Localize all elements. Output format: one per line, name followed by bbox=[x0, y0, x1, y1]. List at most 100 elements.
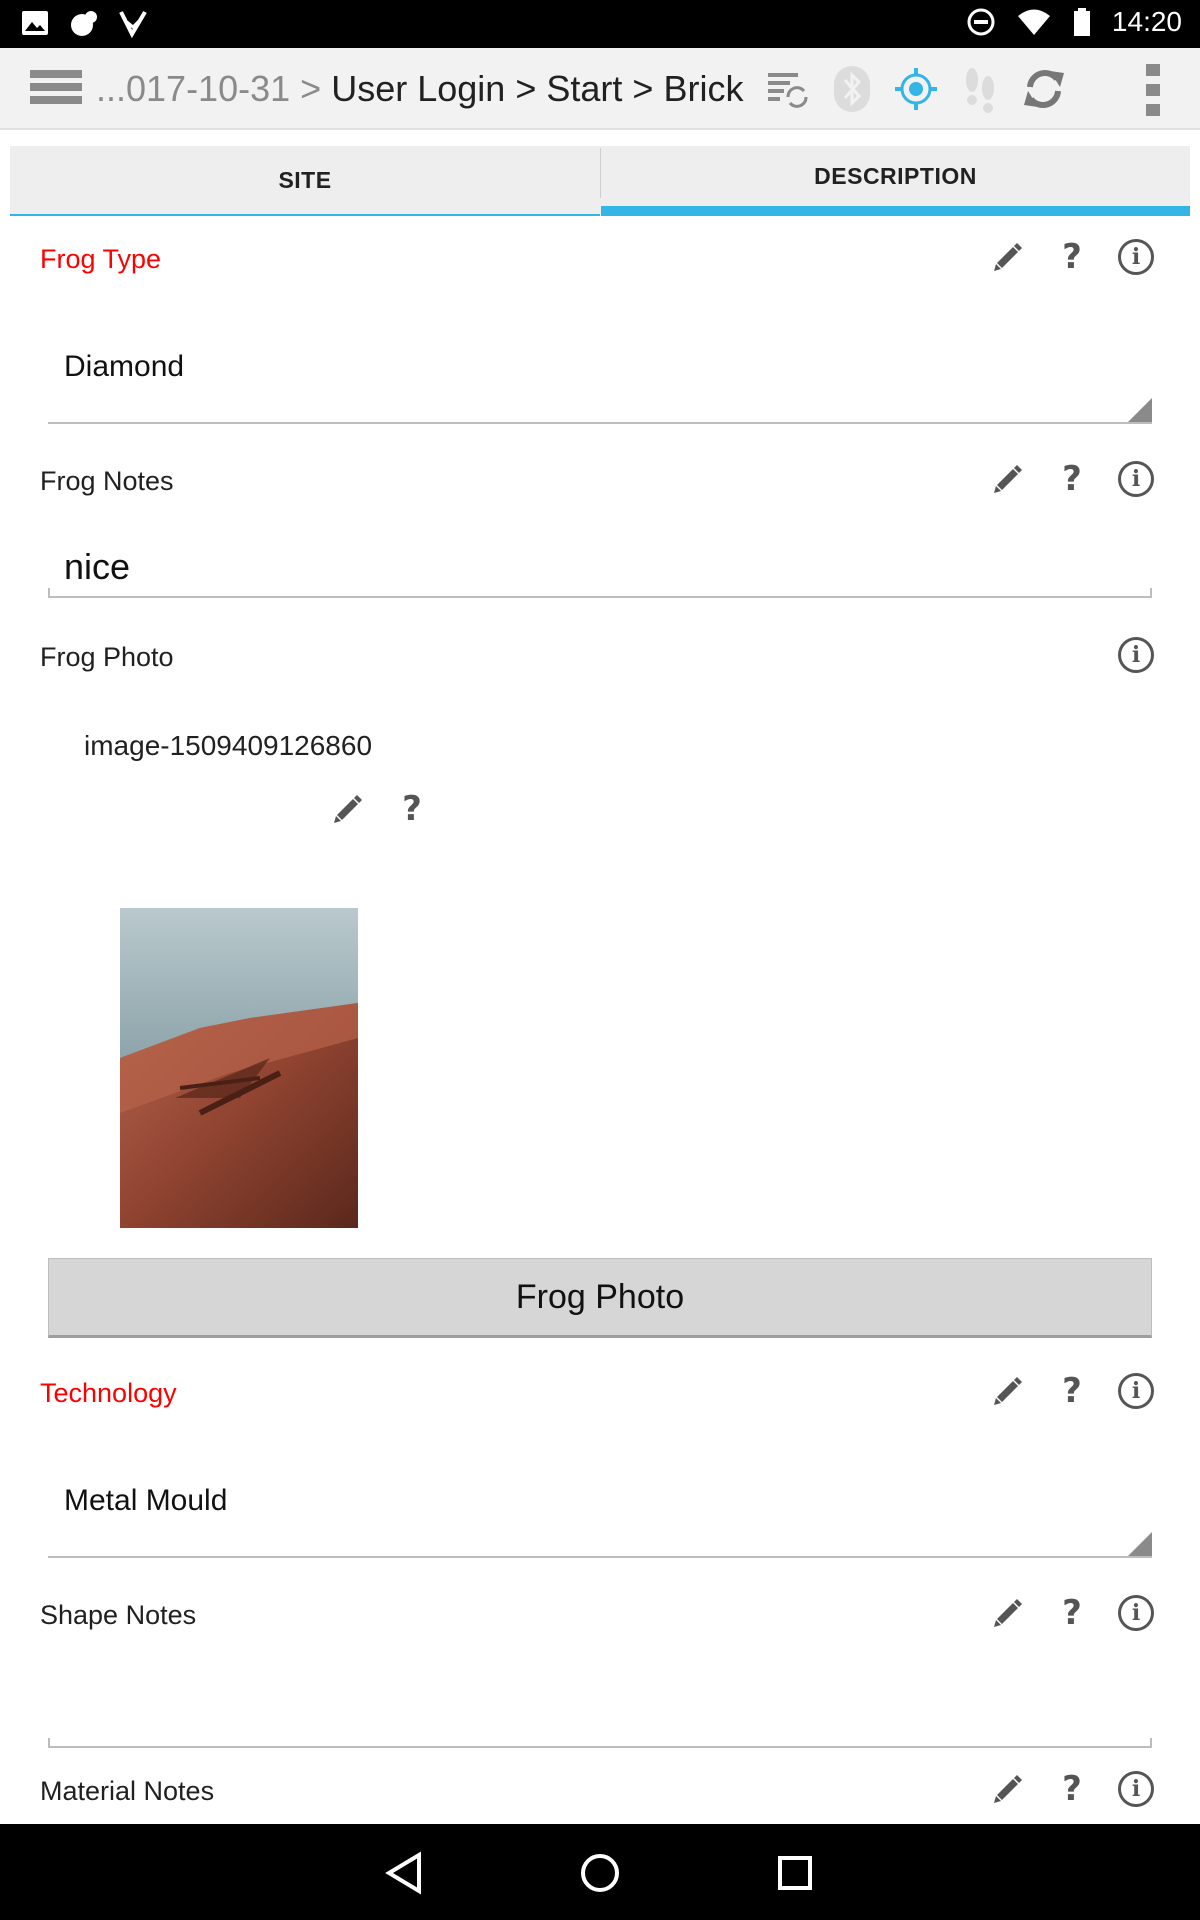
shape-notes-input-border bbox=[48, 1738, 1152, 1748]
pencil-icon bbox=[994, 1377, 1022, 1405]
technology-underline bbox=[48, 1556, 1152, 1558]
pencil-icon bbox=[994, 243, 1022, 271]
material-notes-edit-button[interactable] bbox=[976, 1764, 1040, 1814]
material-notes-info-button[interactable]: i bbox=[1104, 1764, 1168, 1814]
home-button[interactable] bbox=[575, 1848, 625, 1898]
shape-notes-edit-button[interactable] bbox=[976, 1588, 1040, 1638]
image-icon bbox=[22, 11, 48, 35]
gps-target-icon bbox=[895, 68, 937, 110]
frog-photo-filename: image-1509409126860 bbox=[84, 730, 373, 761]
frog-photo-button[interactable]: Frog Photo bbox=[48, 1258, 1152, 1338]
app-bar: ...017-10-31 > User Login > Start > Bric… bbox=[0, 48, 1200, 130]
frog-type-info-button[interactable]: i bbox=[1104, 232, 1168, 282]
info-icon: i bbox=[1118, 1771, 1154, 1807]
pencil-icon bbox=[994, 465, 1022, 493]
help-icon: ? bbox=[1062, 1769, 1082, 1809]
info-icon: i bbox=[1118, 1595, 1154, 1631]
help-icon: ? bbox=[1062, 1371, 1082, 1411]
frog-notes-input-border bbox=[48, 588, 1152, 598]
back-button[interactable] bbox=[380, 1848, 430, 1898]
info-icon: i bbox=[1118, 461, 1154, 497]
frog-notes-label: Frog Notes bbox=[40, 466, 174, 496]
technology-help-button[interactable]: ? bbox=[1040, 1366, 1104, 1416]
sync-settings-button[interactable] bbox=[756, 60, 820, 118]
frog-photo-actions: i bbox=[1104, 630, 1168, 680]
checkmark-notification-icon bbox=[119, 10, 147, 38]
technology-select[interactable]: Metal Mould bbox=[64, 1484, 227, 1518]
frog-type-actions: ? i bbox=[976, 232, 1168, 282]
refresh-icon bbox=[1024, 70, 1064, 108]
pencil-icon bbox=[994, 1599, 1022, 1627]
recents-icon bbox=[778, 1856, 812, 1890]
shape-notes-help-button[interactable]: ? bbox=[1040, 1588, 1104, 1638]
home-icon bbox=[581, 1854, 619, 1892]
help-icon: ? bbox=[1062, 1593, 1082, 1633]
frog-type-help-button[interactable]: ? bbox=[1040, 232, 1104, 282]
material-notes-help-button[interactable]: ? bbox=[1040, 1764, 1104, 1814]
overflow-menu-icon[interactable] bbox=[1146, 64, 1160, 116]
frog-photo-help-button[interactable]: ? bbox=[380, 784, 444, 834]
clock: 14:20 bbox=[1111, 6, 1182, 37]
tab-bar: SITE DESCRIPTION bbox=[10, 146, 1190, 216]
frog-type-label: Frog Type bbox=[40, 244, 162, 274]
navigation-bar bbox=[0, 1824, 1200, 1920]
menu-icon[interactable] bbox=[30, 70, 82, 110]
frog-notes-info-button[interactable]: i bbox=[1104, 454, 1168, 504]
shape-notes-actions: ? i bbox=[976, 1588, 1168, 1638]
frog-type-underline bbox=[48, 422, 1152, 424]
tab-description[interactable]: DESCRIPTION bbox=[601, 146, 1190, 216]
pencil-icon bbox=[994, 1775, 1022, 1803]
frog-notes-input[interactable]: nice bbox=[64, 546, 130, 588]
footsteps-icon bbox=[966, 68, 994, 113]
weather-icon bbox=[71, 11, 97, 36]
frog-notes-edit-button[interactable] bbox=[976, 454, 1040, 504]
dropdown-arrow-icon bbox=[1128, 1532, 1152, 1556]
breadcrumb: ...017-10-31 > User Login > Start > Bric… bbox=[96, 68, 743, 110]
frog-photo-info-button[interactable]: i bbox=[1104, 630, 1168, 680]
breadcrumb-item-brick[interactable]: Brick bbox=[663, 68, 743, 109]
frog-photo-image-actions: ? bbox=[316, 784, 444, 834]
frog-type-select[interactable]: Diamond bbox=[64, 350, 184, 384]
info-icon: i bbox=[1118, 1373, 1154, 1409]
breadcrumb-separator: > bbox=[300, 68, 322, 109]
breadcrumb-truncated[interactable]: ...017-10-31 bbox=[96, 68, 290, 109]
back-icon bbox=[385, 1851, 421, 1895]
bluetooth-icon bbox=[834, 66, 870, 112]
frog-photo-thumbnail[interactable] bbox=[120, 908, 358, 1228]
shape-notes-info-button[interactable]: i bbox=[1104, 1588, 1168, 1638]
frog-photo-edit-button[interactable] bbox=[316, 784, 380, 834]
tracklog-button[interactable] bbox=[948, 60, 1012, 118]
frog-notes-actions: ? i bbox=[976, 454, 1168, 504]
shape-notes-label: Shape Notes bbox=[40, 1600, 197, 1630]
sync-settings-icon bbox=[768, 73, 808, 108]
breadcrumb-item-start[interactable]: Start bbox=[546, 68, 622, 109]
breadcrumb-item-user-login[interactable]: User Login bbox=[331, 68, 505, 109]
frog-notes-help-button[interactable]: ? bbox=[1040, 454, 1104, 504]
help-icon: ? bbox=[402, 789, 422, 829]
status-bar: 14:20 bbox=[0, 0, 1200, 48]
material-notes-actions: ? i bbox=[976, 1764, 1168, 1814]
tab-site[interactable]: SITE bbox=[10, 146, 600, 216]
refresh-button[interactable] bbox=[1012, 60, 1076, 118]
technology-info-button[interactable]: i bbox=[1104, 1366, 1168, 1416]
recents-button[interactable] bbox=[770, 1848, 820, 1898]
info-icon: i bbox=[1118, 637, 1154, 673]
info-icon: i bbox=[1118, 239, 1154, 275]
material-notes-label: Material Notes bbox=[40, 1776, 215, 1806]
breadcrumb-separator: > bbox=[515, 68, 537, 109]
do-not-disturb-icon bbox=[967, 8, 995, 36]
technology-edit-button[interactable] bbox=[976, 1366, 1040, 1416]
bluetooth-button[interactable] bbox=[820, 60, 884, 118]
battery-icon bbox=[1073, 8, 1090, 36]
frog-photo-label: Frog Photo bbox=[40, 642, 174, 672]
help-icon: ? bbox=[1062, 459, 1082, 499]
description-form: Frog Type ? i Diamond Frog Notes ? i nic… bbox=[10, 216, 1190, 1824]
pencil-icon bbox=[334, 795, 362, 823]
breadcrumb-separator: > bbox=[632, 68, 654, 109]
brick-photo bbox=[120, 908, 358, 1228]
gps-button[interactable] bbox=[884, 60, 948, 118]
technology-label: Technology bbox=[40, 1378, 177, 1408]
frog-type-edit-button[interactable] bbox=[976, 232, 1040, 282]
technology-actions: ? i bbox=[976, 1366, 1168, 1416]
dropdown-arrow-icon bbox=[1128, 398, 1152, 422]
